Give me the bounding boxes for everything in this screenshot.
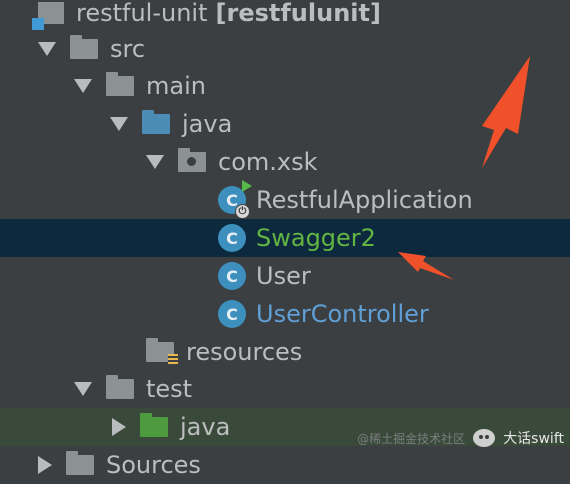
watermark: @稀土掘金技术社区 大话swift: [357, 428, 564, 448]
root-module-tag: [restfulunit]: [215, 0, 381, 27]
annotation-arrow-large: [482, 56, 530, 168]
class-icon: C: [218, 224, 246, 252]
tree-row-class[interactable]: C UserController: [0, 295, 570, 333]
tree-label-src: src: [110, 35, 146, 63]
watermark-brand: 大话swift: [503, 431, 564, 447]
tree-row-class[interactable]: C ⏻ RestfulApplication: [0, 180, 570, 219]
tree-label-package: com.xsk: [218, 148, 318, 176]
chevron-right-icon[interactable]: [38, 456, 52, 474]
chevron-down-icon[interactable]: [74, 79, 92, 93]
class-name: User: [256, 262, 311, 290]
annotation-arrow-shape: [398, 252, 454, 280]
class-icon: C: [218, 300, 246, 328]
tree-row-resources[interactable]: resources: [0, 333, 570, 371]
root-module-name: restful-unit: [76, 0, 208, 27]
tree-label-test: test: [146, 375, 193, 403]
folder-icon: [106, 72, 134, 96]
tree-label-main: main: [146, 72, 206, 100]
source-folder-icon: [142, 110, 170, 134]
class-icon: C ⏻: [218, 180, 252, 219]
spring-boot-icon: ⏻: [235, 204, 250, 219]
class-name: RestfulApplication: [256, 186, 473, 214]
tree-row-root[interactable]: restful-unit [restfulunit]: [0, 0, 570, 32]
wechat-icon: [473, 429, 496, 447]
class-name: Swagger2: [256, 224, 376, 252]
tree-label-resources: resources: [186, 338, 303, 366]
tree-row-test[interactable]: test: [0, 370, 570, 408]
tree-row-partial[interactable]: Sources: [0, 446, 570, 484]
chevron-down-icon[interactable]: [110, 117, 128, 131]
class-name: UserController: [256, 300, 429, 328]
tree-row-class-selected[interactable]: C Swagger2: [0, 219, 570, 257]
run-badge-icon: [242, 180, 252, 192]
chevron-down-icon[interactable]: [38, 42, 56, 56]
resources-folder-icon: [146, 338, 178, 366]
chevron-down-icon[interactable]: [74, 382, 92, 396]
annotation-arrow-shape: [482, 56, 530, 168]
watermark-faint-text: @稀土掘金技术社区: [357, 431, 466, 446]
test-folder-icon: [140, 413, 168, 437]
folder-icon: [66, 451, 94, 475]
tree-label-java-main: java: [182, 110, 233, 138]
tree-row-class[interactable]: C User: [0, 257, 570, 295]
chevron-down-icon[interactable]: [146, 155, 164, 169]
class-icon: C: [218, 262, 246, 290]
tree-label-partial: Sources: [106, 451, 201, 479]
module-icon: [32, 2, 64, 30]
chevron-right-icon[interactable]: [112, 418, 126, 436]
folder-icon: [106, 375, 134, 399]
annotation-arrow-small: [398, 252, 454, 280]
package-icon: [178, 148, 206, 172]
folder-icon: [70, 35, 98, 59]
tree-label-java-test: java: [180, 413, 231, 441]
